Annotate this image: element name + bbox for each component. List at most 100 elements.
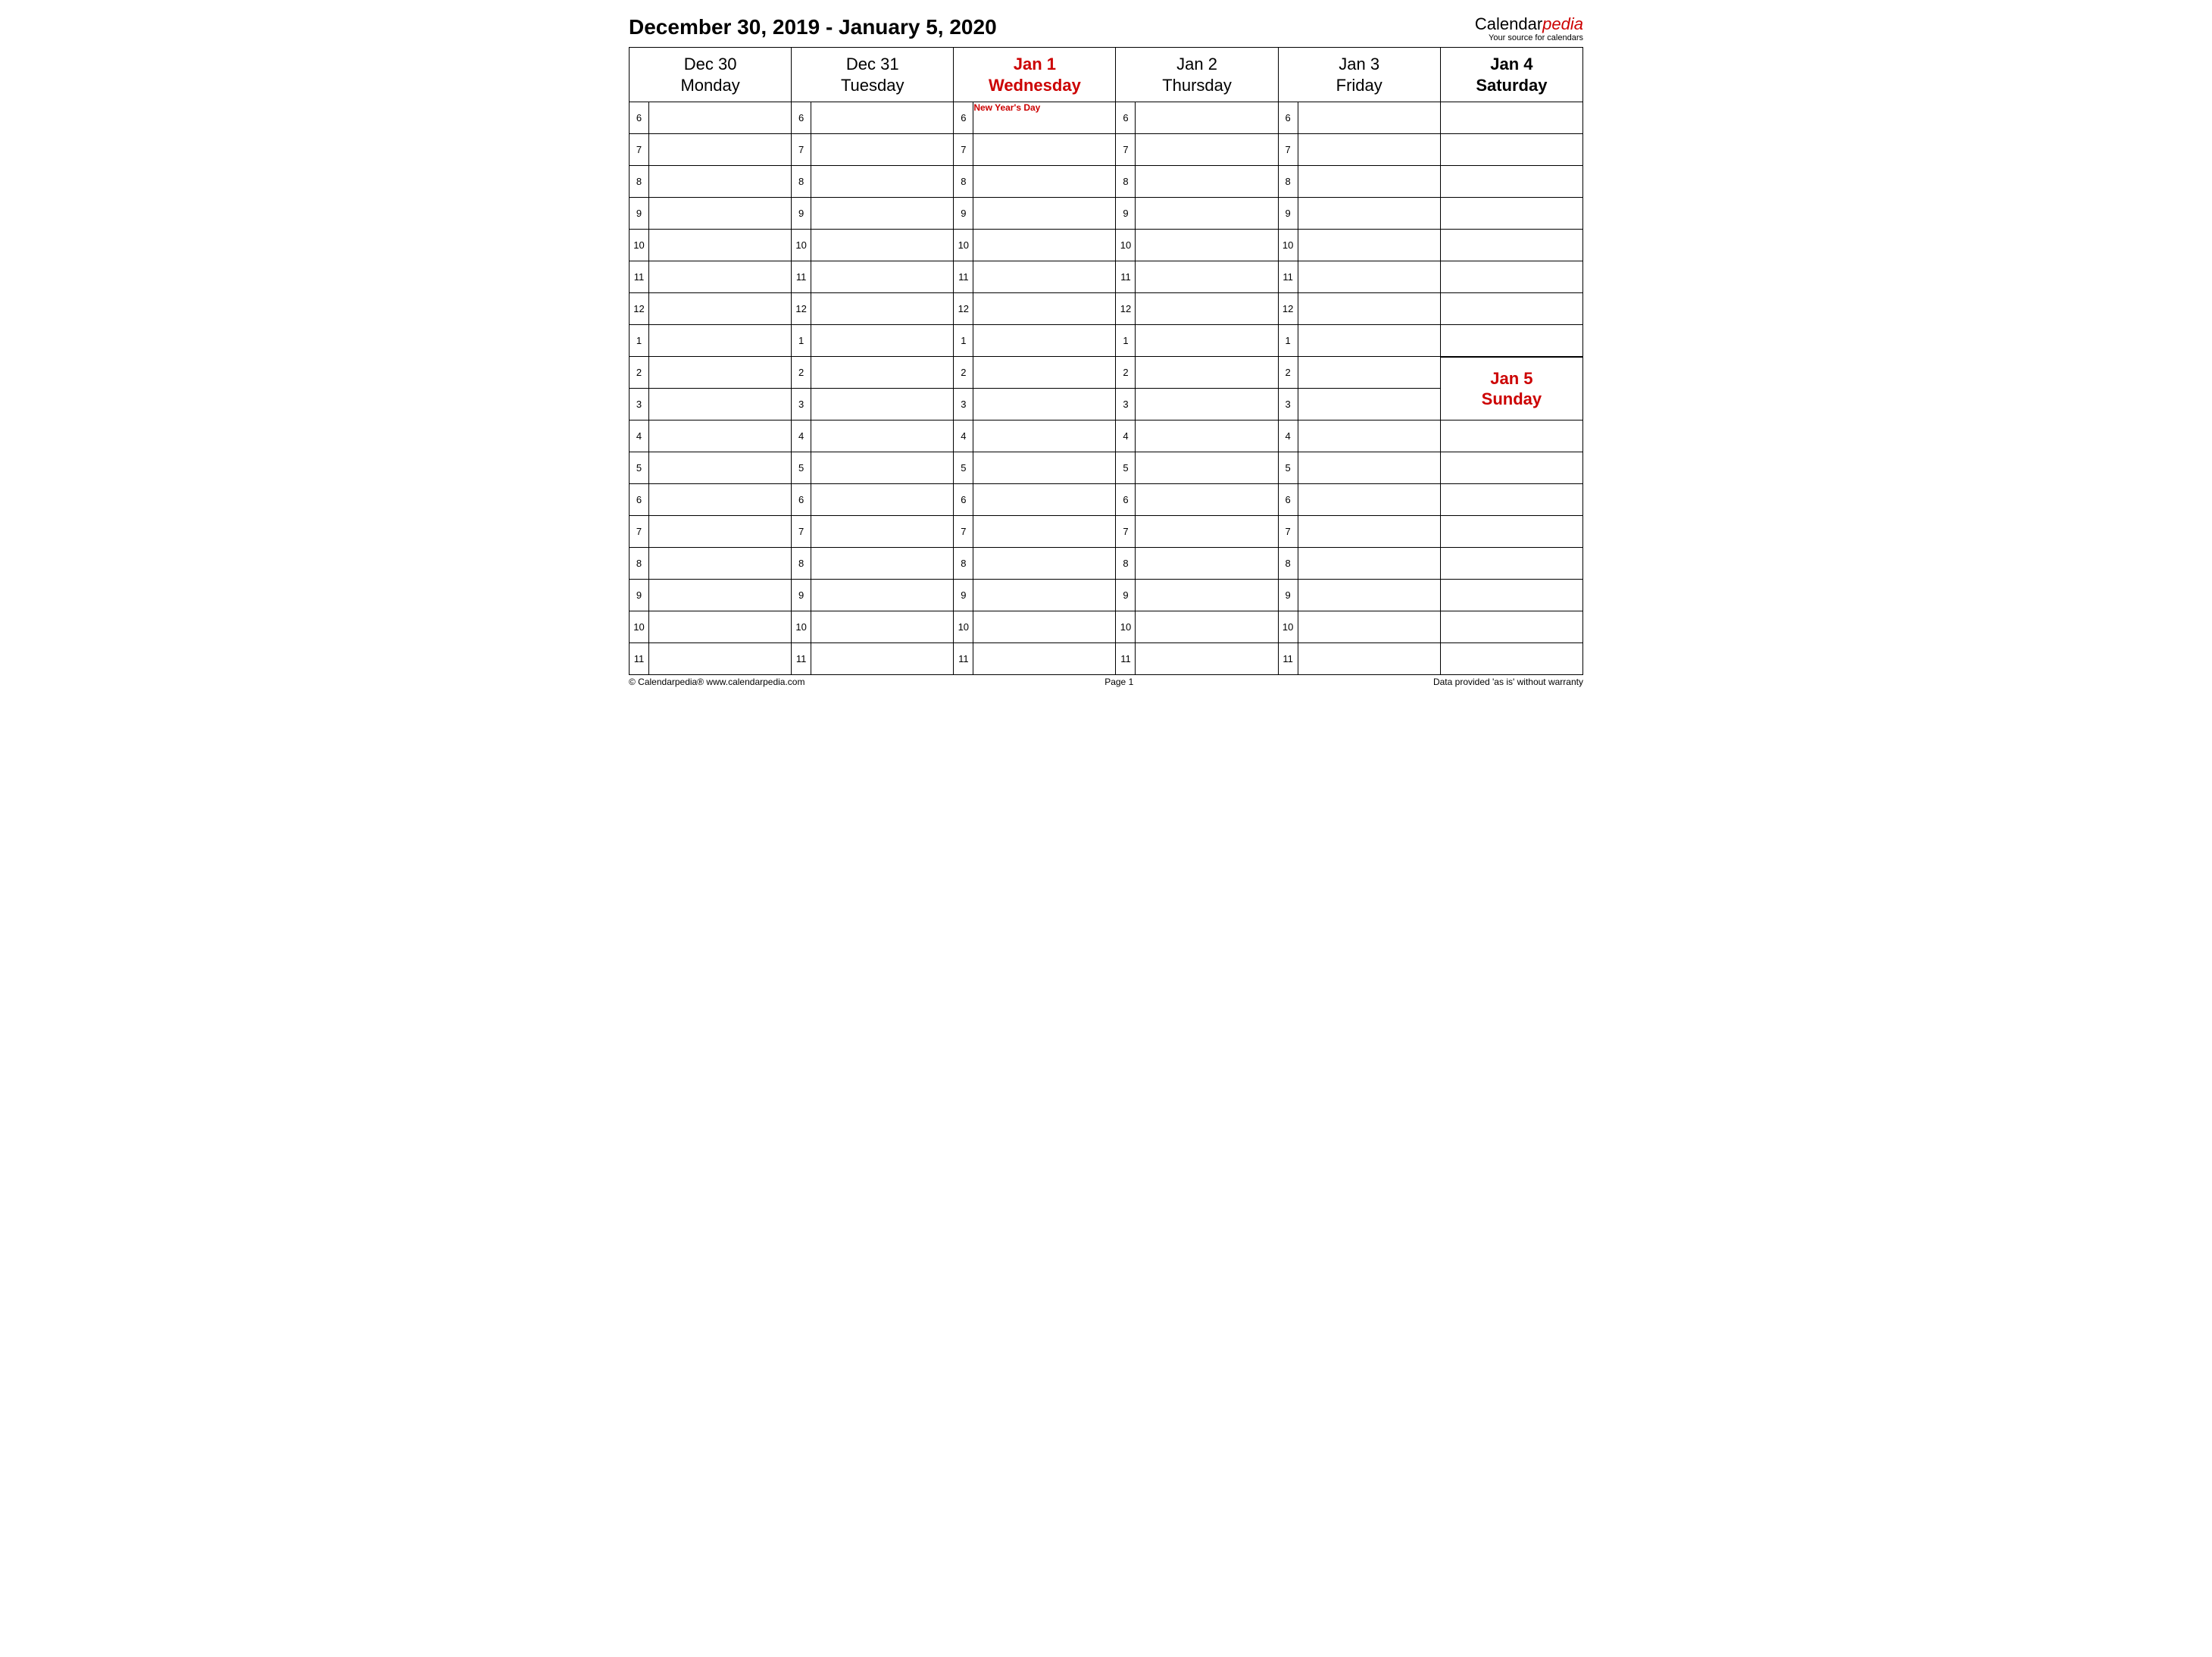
time-slot xyxy=(1298,325,1440,357)
header: December 30, 2019 - January 5, 2020 Cale… xyxy=(629,15,1583,42)
time-slot xyxy=(1136,293,1278,325)
day-header-sunday: Jan 5Sunday xyxy=(1440,357,1582,421)
time-slot xyxy=(1298,484,1440,516)
hour-label: 6 xyxy=(954,102,973,134)
hour-label: 4 xyxy=(1116,421,1136,452)
time-slot xyxy=(1136,548,1278,580)
saturday-slot xyxy=(1440,293,1582,325)
saturday-slot xyxy=(1440,230,1582,261)
time-slot xyxy=(649,516,792,548)
time-slot xyxy=(973,230,1116,261)
time-slot xyxy=(1298,389,1440,421)
hour-label: 7 xyxy=(1116,516,1136,548)
brand-pedia: pedia xyxy=(1542,14,1583,33)
time-slot xyxy=(1298,102,1440,134)
hour-label: 11 xyxy=(954,643,973,675)
time-slot xyxy=(1136,421,1278,452)
time-slot xyxy=(973,516,1116,548)
day-header-4: Jan 3Friday xyxy=(1278,48,1440,102)
time-slot xyxy=(811,611,954,643)
hour-label: 10 xyxy=(954,230,973,261)
hour-label: 11 xyxy=(1116,261,1136,293)
hour-label: 2 xyxy=(792,357,811,389)
hour-label: 10 xyxy=(630,230,649,261)
time-slot xyxy=(1298,548,1440,580)
footer-left: © Calendarpedia® www.calendarpedia.com xyxy=(629,677,805,687)
hour-label: 8 xyxy=(630,548,649,580)
brand-cal: Calendar xyxy=(1475,14,1542,33)
time-slot xyxy=(811,293,954,325)
hour-label: 6 xyxy=(630,484,649,516)
time-slot xyxy=(1298,643,1440,675)
hour-label: 3 xyxy=(792,389,811,421)
hour-label: 2 xyxy=(1116,357,1136,389)
event-label: New Year's Day xyxy=(973,102,1040,113)
hour-label: 8 xyxy=(1278,548,1298,580)
hour-label: 8 xyxy=(954,166,973,198)
time-slot xyxy=(649,421,792,452)
time-slot xyxy=(649,261,792,293)
time-slot xyxy=(1136,198,1278,230)
time-slot xyxy=(649,548,792,580)
time-slot xyxy=(1136,389,1278,421)
hour-label: 7 xyxy=(792,134,811,166)
time-slot xyxy=(1136,580,1278,611)
time-slot xyxy=(649,580,792,611)
saturday-slot xyxy=(1440,198,1582,230)
time-slot xyxy=(649,611,792,643)
hour-label: 2 xyxy=(630,357,649,389)
hour-label: 7 xyxy=(954,516,973,548)
hour-label: 9 xyxy=(630,198,649,230)
time-slot xyxy=(1136,102,1278,134)
time-slot xyxy=(649,357,792,389)
time-slot xyxy=(649,325,792,357)
time-slot xyxy=(811,580,954,611)
hour-label: 10 xyxy=(630,611,649,643)
time-slot xyxy=(811,325,954,357)
time-slot xyxy=(1298,134,1440,166)
hour-label: 6 xyxy=(792,102,811,134)
brand-tagline: Your source for calendars xyxy=(1475,33,1583,42)
hour-label: 10 xyxy=(1278,230,1298,261)
hour-label: 9 xyxy=(792,198,811,230)
hour-label: 5 xyxy=(792,452,811,484)
saturday-slot xyxy=(1440,134,1582,166)
hour-label: 12 xyxy=(792,293,811,325)
sunday-slot xyxy=(1440,516,1582,548)
time-slot xyxy=(973,357,1116,389)
saturday-slot xyxy=(1440,166,1582,198)
hour-label: 9 xyxy=(1116,198,1136,230)
hour-label: 11 xyxy=(1278,261,1298,293)
hour-label: 8 xyxy=(1278,166,1298,198)
sunday-slot xyxy=(1440,421,1582,452)
hour-label: 11 xyxy=(1278,643,1298,675)
hour-label: 12 xyxy=(1116,293,1136,325)
time-slot xyxy=(973,166,1116,198)
time-slot xyxy=(811,548,954,580)
page-title: December 30, 2019 - January 5, 2020 xyxy=(629,15,997,39)
saturday-slot xyxy=(1440,325,1582,357)
hour-label: 9 xyxy=(630,580,649,611)
hour-label: 2 xyxy=(954,357,973,389)
hour-label: 9 xyxy=(1116,580,1136,611)
time-slot xyxy=(1136,484,1278,516)
time-slot xyxy=(649,198,792,230)
time-slot xyxy=(1136,611,1278,643)
weekly-calendar: Dec 30MondayDec 31TuesdayJan 1WednesdayJ… xyxy=(629,47,1583,675)
hour-label: 8 xyxy=(792,166,811,198)
hour-label: 4 xyxy=(1278,421,1298,452)
time-slot xyxy=(649,166,792,198)
hour-label: 9 xyxy=(1278,198,1298,230)
hour-label: 3 xyxy=(630,389,649,421)
hour-label: 1 xyxy=(954,325,973,357)
hour-label: 12 xyxy=(1278,293,1298,325)
time-slot xyxy=(649,230,792,261)
hour-label: 7 xyxy=(630,134,649,166)
time-slot xyxy=(811,261,954,293)
day-header-1: Dec 31Tuesday xyxy=(792,48,954,102)
time-slot xyxy=(1136,134,1278,166)
hour-label: 6 xyxy=(1116,484,1136,516)
hour-label: 3 xyxy=(954,389,973,421)
hour-label: 1 xyxy=(1116,325,1136,357)
time-slot: New Year's Day xyxy=(973,102,1116,134)
